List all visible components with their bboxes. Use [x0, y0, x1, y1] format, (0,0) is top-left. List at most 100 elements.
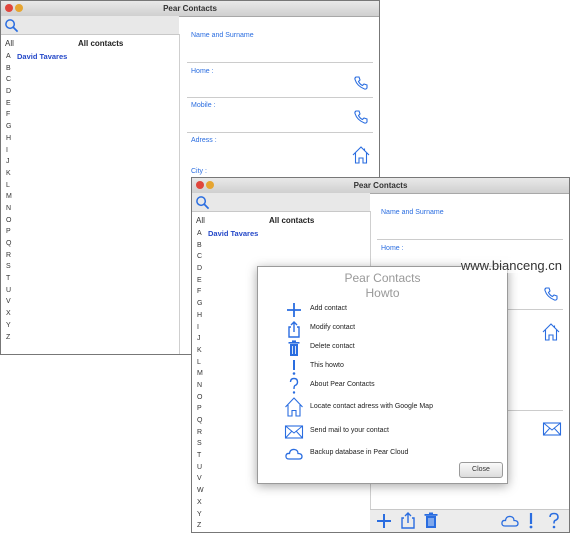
- alphabet-letter[interactable]: I: [197, 322, 204, 334]
- alphabet-letter[interactable]: K: [197, 345, 204, 357]
- phone-icon[interactable]: [543, 286, 559, 302]
- contact-list-item[interactable]: David Tavares: [17, 52, 67, 61]
- search-bar[interactable]: [192, 193, 370, 212]
- alphabet-letter[interactable]: Z: [6, 332, 12, 344]
- alphabet-letter[interactable]: Q: [6, 238, 12, 250]
- exclamation-icon[interactable]: [527, 512, 535, 529]
- alphabet-letter[interactable]: Z: [197, 520, 204, 532]
- alphabet-letter[interactable]: E: [197, 275, 204, 287]
- alphabet-letter[interactable]: D: [6, 86, 12, 98]
- close-window-button[interactable]: [5, 4, 13, 12]
- howto-text: Locate contact adress with Google Map: [310, 403, 433, 410]
- alphabet-letter[interactable]: F: [6, 109, 12, 121]
- window-title: Pear Contacts: [353, 181, 408, 190]
- howto-text: Add contact: [310, 305, 347, 312]
- alphabet-letter[interactable]: N: [6, 203, 12, 215]
- alphabet-letter[interactable]: V: [197, 473, 204, 485]
- home-label: Home :: [381, 245, 404, 252]
- alphabet-letter[interactable]: J: [6, 156, 12, 168]
- search-icon[interactable]: [195, 195, 210, 210]
- alphabet-letter[interactable]: L: [197, 357, 204, 369]
- howto-text: About Pear Contacts: [310, 381, 375, 388]
- search-bar[interactable]: [1, 16, 179, 35]
- alphabet-letter[interactable]: C: [6, 74, 12, 86]
- close-window-button[interactable]: [196, 181, 204, 189]
- cloud-icon[interactable]: [501, 514, 519, 528]
- contacts-column: All All contacts David Tavares ABCDEFGHI…: [1, 34, 180, 354]
- alphabet-letter[interactable]: R: [197, 427, 204, 439]
- alphabet-letter[interactable]: W: [197, 485, 204, 497]
- alphabet-letter[interactable]: G: [197, 298, 204, 310]
- minimize-window-button[interactable]: [206, 181, 214, 189]
- alphabet-index[interactable]: ABCDEFGHIJKLMNOPQRSTUVWXYZ: [197, 228, 204, 532]
- front-window-titlebar[interactable]: Pear Contacts: [192, 178, 569, 194]
- house-icon[interactable]: [541, 322, 561, 342]
- alphabet-letter[interactable]: C: [197, 251, 204, 263]
- alphabet-letter[interactable]: B: [197, 240, 204, 252]
- alphabet-letter[interactable]: O: [197, 392, 204, 404]
- alphabet-letter[interactable]: M: [6, 191, 12, 203]
- alphabet-letter[interactable]: F: [197, 286, 204, 298]
- alphabet-letter[interactable]: U: [6, 285, 12, 297]
- alphabet-letter[interactable]: N: [197, 380, 204, 392]
- address-label: Adress :: [191, 137, 217, 144]
- house-icon[interactable]: [351, 145, 371, 165]
- window-title: Pear Contacts: [163, 4, 217, 13]
- alphabet-letter[interactable]: O: [6, 215, 12, 227]
- alphabet-letter[interactable]: H: [197, 310, 204, 322]
- alphabet-letter[interactable]: J: [197, 333, 204, 345]
- name-label: Name and Surname: [191, 32, 254, 39]
- trash-icon[interactable]: [424, 512, 438, 529]
- alphabet-letter[interactable]: L: [6, 180, 12, 192]
- minimize-window-button[interactable]: [15, 4, 23, 12]
- alphabet-letter[interactable]: P: [197, 403, 204, 415]
- mail-icon[interactable]: [542, 421, 562, 437]
- watermark: www.bianceng.cn: [460, 258, 562, 273]
- city-label: City :: [191, 168, 207, 175]
- alphabet-letter[interactable]: S: [6, 261, 12, 273]
- phone-icon[interactable]: [353, 109, 369, 125]
- alphabet-letter[interactable]: T: [6, 273, 12, 285]
- dialog-title-line1: Pear Contacts: [344, 271, 421, 285]
- plus-icon[interactable]: [376, 513, 392, 529]
- alphabet-letter[interactable]: E: [6, 98, 12, 110]
- howto-dialog: Pear Contacts Howto Add contact Modify c…: [257, 266, 508, 484]
- alphabet-letter[interactable]: D: [197, 263, 204, 275]
- alphabet-letter[interactable]: T: [197, 450, 204, 462]
- alphabet-letter[interactable]: R: [6, 250, 12, 262]
- alphabet-letter[interactable]: U: [197, 462, 204, 474]
- all-index[interactable]: All: [196, 216, 205, 225]
- alphabet-letter[interactable]: M: [197, 368, 204, 380]
- alphabet-letter[interactable]: Y: [6, 320, 12, 332]
- question-icon[interactable]: [548, 512, 560, 529]
- howto-text: Modify contact: [310, 324, 356, 331]
- alphabet-letter[interactable]: Y: [197, 509, 204, 521]
- alphabet-letter[interactable]: X: [197, 497, 204, 509]
- divider: [377, 239, 563, 240]
- all-contacts-header: All contacts: [78, 39, 124, 48]
- alphabet-index[interactable]: ABCDEFGHIJKLMNOPQRSTUVXYZ: [6, 51, 12, 343]
- dialog-title: Pear Contacts Howto: [258, 271, 507, 301]
- howto-text: Backup database in Pear Cloud: [310, 449, 409, 456]
- alphabet-letter[interactable]: P: [6, 226, 12, 238]
- alphabet-letter[interactable]: Q: [197, 415, 204, 427]
- alphabet-letter[interactable]: I: [6, 145, 12, 157]
- share-icon[interactable]: [401, 512, 415, 529]
- alphabet-letter[interactable]: G: [6, 121, 12, 133]
- alphabet-letter[interactable]: A: [6, 51, 12, 63]
- alphabet-letter[interactable]: A: [197, 228, 204, 240]
- phone-icon[interactable]: [353, 75, 369, 91]
- all-index[interactable]: All: [5, 39, 14, 48]
- alphabet-letter[interactable]: S: [197, 438, 204, 450]
- divider: [187, 97, 373, 98]
- back-window-titlebar[interactable]: Pear Contacts: [1, 1, 379, 17]
- alphabet-letter[interactable]: X: [6, 308, 12, 320]
- close-button[interactable]: Close: [459, 462, 503, 478]
- contact-list-item[interactable]: David Tavares: [208, 229, 258, 238]
- search-icon[interactable]: [4, 18, 19, 33]
- alphabet-letter[interactable]: B: [6, 63, 12, 75]
- mail-icon: [284, 425, 304, 439]
- alphabet-letter[interactable]: V: [6, 296, 12, 308]
- alphabet-letter[interactable]: H: [6, 133, 12, 145]
- alphabet-letter[interactable]: K: [6, 168, 12, 180]
